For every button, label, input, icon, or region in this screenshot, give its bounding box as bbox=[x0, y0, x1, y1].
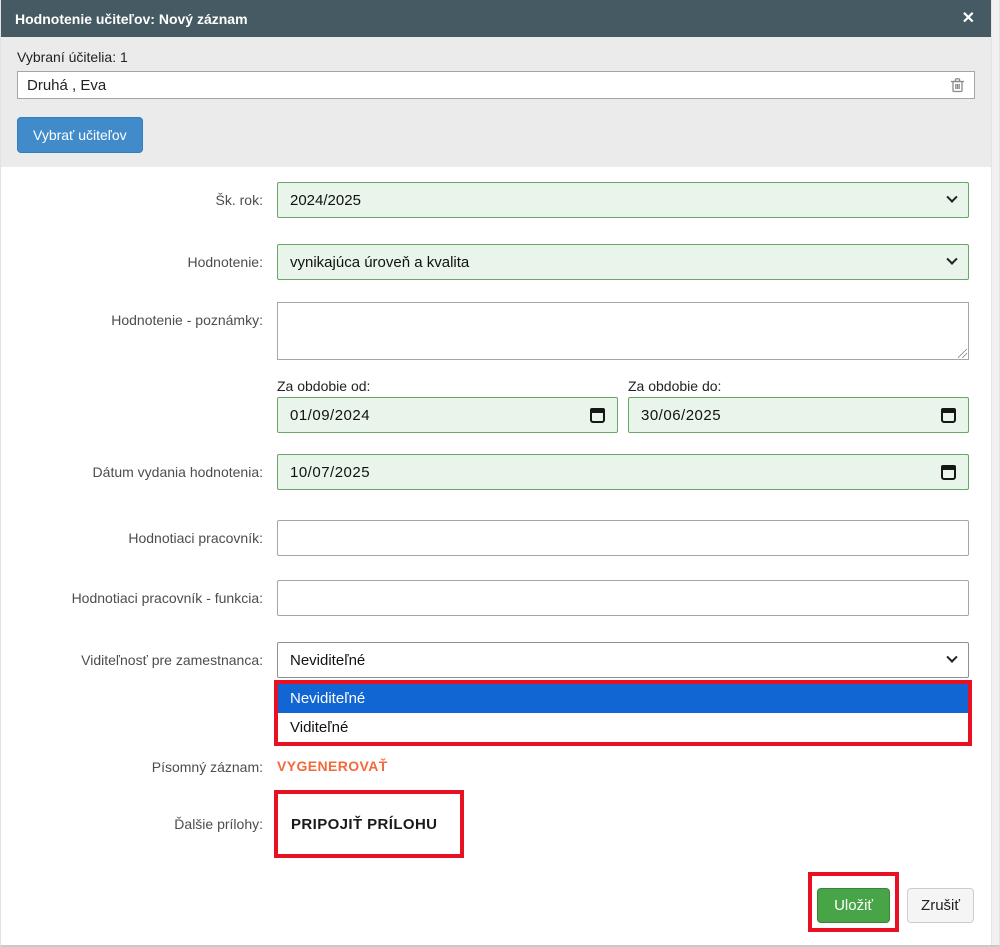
notes-row: Hodnotenie - poznámky: bbox=[1, 302, 991, 360]
close-icon[interactable]: ✕ bbox=[960, 9, 977, 29]
selected-teacher-name: Druhá , Eva bbox=[27, 77, 950, 94]
chevron-down-icon bbox=[946, 192, 957, 203]
evaluator-function-input[interactable] bbox=[277, 580, 969, 616]
trash-icon bbox=[950, 77, 965, 93]
select-teachers-button[interactable]: Vybrať učiteľov bbox=[17, 117, 143, 153]
written-record-label: Písomný záznam: bbox=[1, 759, 277, 775]
evaluator-function-label: Hodnotiaci pracovník - funkcia: bbox=[1, 580, 277, 606]
evaluation-form: Šk. rok: 2024/2025 Hodnotenie: vynikajúc… bbox=[1, 167, 991, 932]
annotation-box-visibility-options: Neviditeľné Viditeľné bbox=[274, 680, 972, 746]
evaluator-row: Hodnotiaci pracovník: bbox=[1, 520, 991, 556]
cancel-button[interactable]: Zrušiť bbox=[907, 888, 974, 923]
visibility-option-viditelne[interactable]: Viditeľné bbox=[278, 713, 968, 742]
attach-file-link[interactable]: PRIPOJIŤ PRÍLOHU bbox=[291, 816, 437, 833]
attachments-label: Ďalšie prílohy: bbox=[1, 816, 277, 832]
annotation-box-attach: PRIPOJIŤ PRÍLOHU bbox=[274, 790, 464, 858]
calendar-icon[interactable] bbox=[590, 408, 605, 423]
issue-date-label: Dátum vydania hodnotenia: bbox=[1, 454, 277, 480]
period-from-value: 01/09/2024 bbox=[290, 407, 370, 424]
modal-dialog: Hodnotenie učiteľov: Nový záznam ✕ Vybra… bbox=[0, 0, 1000, 947]
issue-date-row: Dátum vydania hodnotenia: 10/07/2025 bbox=[1, 454, 991, 490]
evaluator-label: Hodnotiaci pracovník: bbox=[1, 520, 277, 546]
rating-value: vynikajúca úroveň a kvalita bbox=[290, 254, 469, 271]
chevron-down-icon bbox=[946, 254, 957, 265]
vertical-scrollbar[interactable] bbox=[991, 0, 999, 945]
school-year-row: Šk. rok: 2024/2025 bbox=[1, 182, 991, 218]
rating-select[interactable]: vynikajúca úroveň a kvalita bbox=[277, 244, 969, 280]
written-record-row: Písomný záznam: VYGENEROVAŤ bbox=[1, 758, 991, 776]
calendar-icon[interactable] bbox=[941, 408, 956, 423]
resize-handle-icon[interactable] bbox=[958, 349, 967, 358]
school-year-value: 2024/2025 bbox=[290, 192, 361, 209]
selected-teachers-label: Vybraní účitelia: 1 bbox=[17, 49, 975, 65]
visibility-option-neviditelne[interactable]: Neviditeľné bbox=[278, 684, 968, 713]
school-year-label: Šk. rok: bbox=[1, 182, 277, 208]
period-to-label: Za obdobie do: bbox=[628, 378, 969, 394]
issue-date-input[interactable]: 10/07/2025 bbox=[277, 454, 969, 490]
visibility-label: Viditeľnosť pre zamestnanca: bbox=[1, 642, 277, 668]
save-button[interactable]: Uložiť bbox=[817, 888, 890, 923]
period-from-input[interactable]: 01/09/2024 bbox=[277, 397, 618, 433]
notes-label: Hodnotenie - poznámky: bbox=[1, 302, 277, 328]
dialog-titlebar: Hodnotenie učiteľov: Nový záznam ✕ bbox=[1, 0, 991, 37]
evaluator-input[interactable] bbox=[277, 520, 969, 556]
visibility-select[interactable]: Neviditeľné bbox=[277, 642, 969, 678]
remove-teacher-button[interactable] bbox=[950, 77, 965, 93]
selected-teachers-panel: Vybraní účitelia: 1 Druhá , Eva bbox=[1, 37, 991, 167]
annotation-box-save: Uložiť bbox=[808, 872, 899, 932]
period-from-label: Za obdobie od: bbox=[277, 378, 618, 394]
notes-textarea[interactable] bbox=[277, 302, 969, 360]
dialog-footer: Uložiť Zrušiť bbox=[1, 872, 991, 932]
selected-teacher-row: Druhá , Eva bbox=[17, 71, 975, 99]
rating-row: Hodnotenie: vynikajúca úroveň a kvalita bbox=[1, 244, 991, 280]
chevron-down-icon bbox=[946, 652, 957, 663]
period-row: Za obdobie od: 01/09/2024 Za obdobie do:… bbox=[1, 378, 991, 433]
period-to-value: 30/06/2025 bbox=[641, 407, 721, 424]
issue-date-value: 10/07/2025 bbox=[290, 464, 370, 481]
evaluator-function-row: Hodnotiaci pracovník - funkcia: bbox=[1, 580, 991, 616]
period-to-group: Za obdobie do: 30/06/2025 bbox=[628, 378, 969, 433]
visibility-value: Neviditeľné bbox=[290, 652, 365, 669]
school-year-select[interactable]: 2024/2025 bbox=[277, 182, 969, 218]
period-to-input[interactable]: 30/06/2025 bbox=[628, 397, 969, 433]
visibility-row: Viditeľnosť pre zamestnanca: Neviditeľné… bbox=[1, 642, 991, 746]
rating-label: Hodnotenie: bbox=[1, 244, 277, 270]
dialog-title: Hodnotenie učiteľov: Nový záznam bbox=[15, 11, 960, 27]
period-from-group: Za obdobie od: 01/09/2024 bbox=[277, 378, 618, 433]
attachments-row: Ďalšie prílohy: PRIPOJIŤ PRÍLOHU bbox=[1, 790, 991, 858]
generate-record-link[interactable]: VYGENEROVAŤ bbox=[277, 758, 388, 774]
calendar-icon[interactable] bbox=[941, 465, 956, 480]
